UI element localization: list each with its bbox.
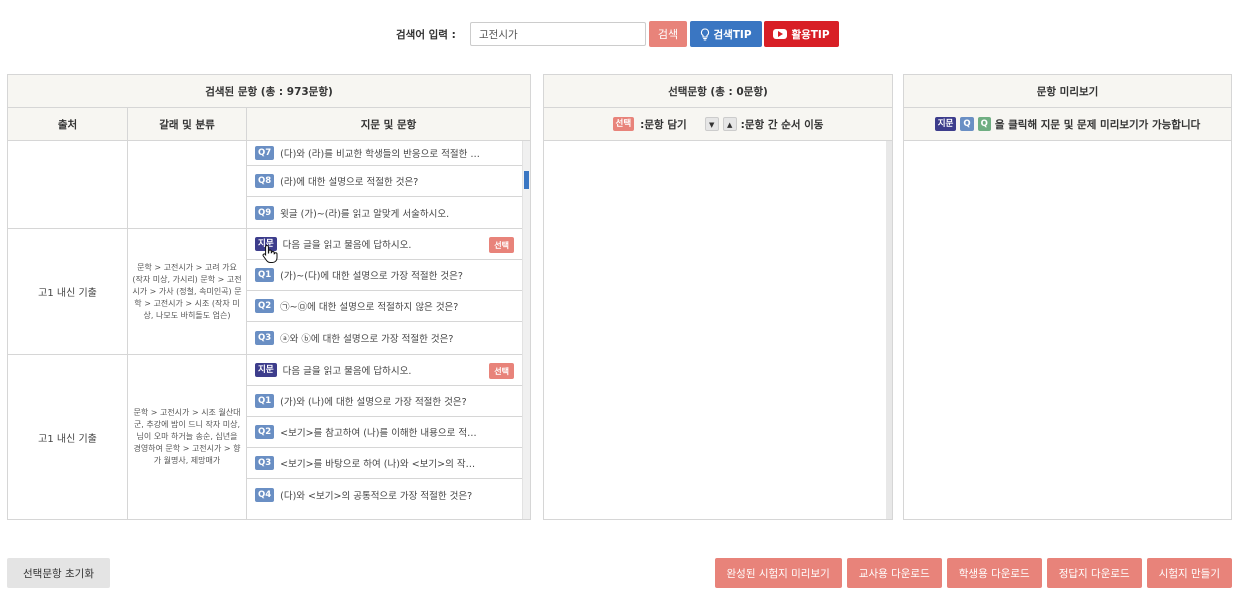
table-row[interactable]: Q2 ㉠~㉤에 대한 설명으로 적절하지 않은 것은? (247, 291, 522, 322)
table-row[interactable]: Q4 (다)와 <보기>의 공통적으로 가장 적절한 것은? (247, 479, 522, 510)
group-source: 고1 내신 기출 (8, 229, 128, 354)
table-row[interactable]: 지문 다음 글을 읽고 물음에 답하시오. 선택 (247, 355, 522, 386)
move-up-icon: ▲ (722, 117, 737, 131)
question-tag[interactable]: Q2 (255, 299, 275, 313)
move-down-icon: ▼ (704, 117, 719, 131)
question-text: (라)에 대한 설명으로 적절한 것은? (280, 177, 419, 188)
search-button[interactable]: 검색 (649, 21, 687, 47)
question-text: (다)와 <보기>의 공통적으로 가장 적절한 것은? (280, 490, 473, 502)
question-text: <보기>를 바탕으로 하여 (나)와 <보기>의 작품을… (280, 459, 481, 470)
group-rows: 지문 다음 글을 읽고 물음에 답하시오. 선택 Q1 (가)~(다)에 대한 … (247, 229, 522, 354)
searched-questions-panel: 검색된 문항 (총 : 973문항) 출처 갈래 및 분류 지문 및 문항 Q7… (7, 74, 531, 520)
hand-cursor-icon (262, 244, 278, 263)
table-row[interactable]: 지문 다음 글을 읽고 물음에 답하시오. 선택 (247, 229, 522, 260)
selected-questions-title: 선택문항 (총 : 0문항) (544, 75, 892, 108)
selected-list-scrollbar[interactable] (886, 141, 892, 519)
question-text: ⓐ와 ⓑ에 대한 설명으로 가장 적절한 것은? (280, 333, 454, 345)
selected-questions-hint: 선택 :문항 담기 ▼ ▲ :문항 간 순서 이동 (544, 108, 892, 141)
table-row[interactable]: Q9 윗글 (가)~(라)를 읽고 알맞게 서술하시오. (247, 197, 522, 228)
table-row[interactable]: Q2 <보기>를 참고하여 (나)를 이해한 내용으로 적절… (247, 417, 522, 448)
select-button[interactable]: 선택 (489, 237, 514, 253)
question-tag[interactable]: Q1 (255, 394, 275, 408)
preview-hint: 을 클릭해 지문 및 문제 미리보기가 가능합니다 (994, 118, 1201, 131)
column-category: 갈래 및 분류 (128, 108, 247, 140)
question-tag[interactable]: Q1 (255, 268, 275, 282)
preview-panel: 문항 미리보기 지문 Q Q 을 클릭해 지문 및 문제 미리보기가 가능합니다 (903, 74, 1232, 520)
select-button[interactable]: 선택 (489, 363, 514, 379)
selected-questions-list[interactable] (544, 141, 892, 519)
question-tag[interactable]: Q3 (255, 456, 275, 470)
passage-tag: 지문 (934, 117, 957, 131)
table-header: 출처 갈래 및 분류 지문 및 문항 (8, 108, 530, 141)
group-source: 고1 내신 기출 (8, 355, 128, 519)
group-category: 문학 > 고전시가 > 시조 월산대군, 추강에 밤이 드니 작자 미상, 님이… (128, 355, 247, 519)
table-row[interactable]: Q1 (가)와 (나)에 대한 설명으로 가장 적절한 것은? (247, 386, 522, 417)
preview-area (904, 141, 1231, 519)
column-source: 출처 (8, 108, 128, 140)
order-hint: :문항 간 순서 이동 (740, 118, 824, 131)
use-tip-label: 활용TIP (791, 28, 830, 41)
question-list[interactable]: Q7 (다)와 (라)를 비교한 학생들의 반응으로 적절한 … Q8 (라)에… (8, 141, 530, 519)
preview-exam-button[interactable]: 완성된 시험지 미리보기 (714, 558, 842, 588)
passage-tag[interactable]: 지문 (255, 363, 277, 377)
table-row[interactable]: Q3 ⓐ와 ⓑ에 대한 설명으로 가장 적절한 것은? (247, 322, 522, 353)
question-text: (가)~(다)에 대한 설명으로 가장 적절한 것은? (280, 271, 463, 282)
youtube-icon (773, 29, 788, 39)
answer-download-button[interactable]: 정답지 다운로드 (1046, 558, 1142, 588)
bottom-actions: 완성된 시험지 미리보기 교사용 다운로드 학생용 다운로드 정답지 다운로드 … (714, 558, 1232, 588)
table-row[interactable]: Q1 (가)~(다)에 대한 설명으로 가장 적절한 것은? (247, 260, 522, 291)
search-bar: 검색어 입력 : 검색 검색TIP 활용TIP (0, 20, 1242, 48)
group-rows: Q7 (다)와 (라)를 비교한 학생들의 반응으로 적절한 … Q8 (라)에… (247, 141, 522, 228)
question-tag[interactable]: Q9 (255, 205, 275, 220)
student-download-button[interactable]: 학생용 다운로드 (946, 558, 1042, 588)
column-question: 지문 및 문항 (360, 118, 417, 131)
question-group: Q7 (다)와 (라)를 비교한 학생들의 반응으로 적절한 … Q8 (라)에… (8, 141, 530, 229)
question-text: (다)와 (라)를 비교한 학생들의 반응으로 적절한 … (280, 149, 480, 160)
question-text: 윗글 (가)~(라)를 읽고 알맞게 서술하시오. (280, 208, 450, 220)
question-text: ㉠~㉤에 대한 설명으로 적절하지 않은 것은? (280, 302, 459, 313)
searched-questions-title: 검색된 문항 (총 : 973문항) (8, 75, 530, 108)
question-text: 다음 글을 읽고 물음에 답하시오. (282, 366, 412, 377)
make-exam-button[interactable]: 시험지 만들기 (1146, 558, 1232, 588)
table-row[interactable]: Q8 (라)에 대한 설명으로 적절한 것은? (247, 166, 522, 197)
search-tip-button[interactable]: 검색TIP (690, 21, 762, 47)
question-tag[interactable]: Q3 (255, 330, 275, 345)
preview-hint-bar: 지문 Q Q 을 클릭해 지문 및 문제 미리보기가 가능합니다 (904, 108, 1231, 141)
question-text: (가)와 (나)에 대한 설명으로 가장 적절한 것은? (280, 397, 467, 408)
group-source (8, 141, 128, 228)
question-group: 고1 내신 기출 문학 > 고전시가 > 시조 월산대군, 추강에 밤이 드니 … (8, 355, 530, 519)
question-tag[interactable]: Q4 (255, 487, 275, 502)
question-tag-green: Q (977, 117, 991, 131)
group-category: 문학 > 고전시가 > 고려 가요 (작자 미상, 가시리) 문학 > 고전시가… (128, 229, 247, 354)
question-tag[interactable]: Q7 (255, 146, 275, 160)
search-input[interactable] (470, 22, 646, 46)
scrollbar-thumb[interactable] (524, 171, 529, 189)
table-row[interactable]: Q7 (다)와 (라)를 비교한 학생들의 반응으로 적절한 … (247, 141, 522, 166)
question-tag: Q (960, 117, 974, 131)
select-hint: :문항 담기 (640, 118, 687, 131)
question-tag[interactable]: Q8 (255, 174, 275, 188)
question-text: 다음 글을 읽고 물음에 답하시오. (282, 240, 412, 251)
selected-questions-panel: 선택문항 (총 : 0문항) 선택 :문항 담기 ▼ ▲ :문항 간 순서 이동 (543, 74, 893, 520)
question-text: <보기>를 참고하여 (나)를 이해한 내용으로 적절… (280, 428, 481, 439)
use-tip-button[interactable]: 활용TIP (764, 21, 839, 47)
group-rows: 지문 다음 글을 읽고 물음에 답하시오. 선택 Q1 (가)와 (나)에 대한… (247, 355, 522, 519)
teacher-download-button[interactable]: 교사용 다운로드 (846, 558, 942, 588)
question-tag[interactable]: Q2 (255, 425, 275, 439)
preview-title: 문항 미리보기 (904, 75, 1231, 108)
group-category (128, 141, 247, 228)
search-label: 검색어 입력 : (396, 29, 456, 41)
search-tip-label: 검색TIP (713, 28, 752, 41)
table-row[interactable]: Q3 <보기>를 바탕으로 하여 (나)와 <보기>의 작품을… (247, 448, 522, 479)
reset-selection-button[interactable]: 선택문항 초기화 (7, 558, 110, 588)
question-list-scrollbar[interactable] (522, 141, 530, 519)
select-tag: 선택 (612, 117, 635, 131)
lightbulb-icon (701, 27, 710, 40)
